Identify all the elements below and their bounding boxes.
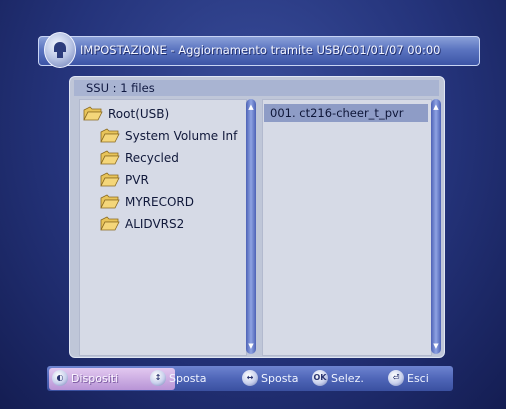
settings-icon [44,32,76,68]
tree-item-label: MYRECORD [125,195,195,209]
folder-icon [100,128,120,144]
exit-icon: ⏎ [388,370,404,386]
tree-item-label: System Volume Inf [125,129,238,143]
help-item-select: OK Selez. [312,370,364,386]
help-item-devices[interactable]: ◐ Dispositi [52,370,118,386]
folder-icon [100,216,120,232]
folder-open-icon [83,106,103,122]
leftright-arrows-icon: ↔ [242,370,258,386]
tree-item-label: PVR [125,173,149,187]
help-label: Esci [407,371,429,385]
tree-item-label: ALIDVRS2 [125,217,185,231]
folder-icon [100,150,120,166]
help-item-move-updown: ↕ Sposta [150,370,206,386]
tree-item-alidvrs2[interactable]: ALIDVRS2 [100,215,184,233]
file-list-scrollbar[interactable]: ▲ ▼ [431,99,441,354]
help-item-exit: ⏎ Esci [388,370,429,386]
file-count-label: SSU : 1 files [86,81,155,95]
device-icon: ◐ [52,370,68,386]
file-item-label: 001. ct216-cheer_t_pvr [270,106,404,120]
help-label: Dispositi [71,371,119,385]
tree-item-label: Root(USB) [108,107,170,121]
scroll-up-icon[interactable]: ▲ [432,103,440,111]
scroll-down-icon[interactable]: ▼ [432,342,440,350]
tree-item-myrecord[interactable]: MYRECORD [100,193,194,211]
updown-arrows-icon: ↕ [150,370,166,386]
folder-list-scrollbar[interactable]: ▲ ▼ [246,99,256,354]
help-label: Selez. [331,371,364,385]
tree-item-system-volume[interactable]: System Volume Inf [100,127,237,145]
help-item-move-leftright: ↔ Sposta [242,370,298,386]
tree-item-pvr[interactable]: PVR [100,171,149,189]
help-label: Sposta [169,371,207,385]
folder-icon [100,194,120,210]
help-label: Sposta [261,371,299,385]
scroll-up-icon[interactable]: ▲ [247,103,255,111]
tree-item-label: Recycled [125,151,179,165]
tree-item-recycled[interactable]: Recycled [100,149,179,167]
folder-icon [100,172,120,188]
file-list[interactable] [262,99,432,356]
page-title: IMPOSTAZIONE - Aggiornamento tramite USB… [80,43,441,57]
ok-icon: OK [312,370,328,386]
tree-item-root[interactable]: Root(USB) [83,105,169,123]
scroll-down-icon[interactable]: ▼ [247,342,255,350]
